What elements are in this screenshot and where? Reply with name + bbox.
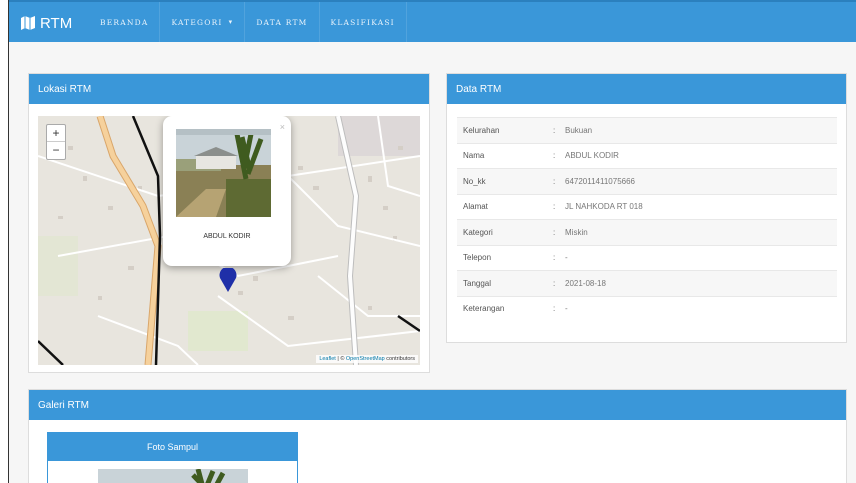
table-row: No_kk:6472011411075666 [457,168,837,194]
nav-kategori-label: KATEGORI [171,17,223,27]
row-sep: : [553,151,556,161]
gallery-card[interactable]: Foto Sampul [47,432,298,483]
row-sep: : [553,304,556,314]
zoom-control: + − [46,124,66,160]
nav-beranda-label: BERANDA [100,17,149,27]
table-row: Tanggal:2021-08-18 [457,270,837,296]
galeri-panel-title: Galeri RTM [29,390,846,420]
nav-kategori[interactable]: KATEGORI ▾ [160,2,246,42]
chevron-down-icon: ▾ [228,18,234,26]
map-attribution: Leaflet | © OpenStreetMap contributors [316,355,418,363]
map-view[interactable]: + − × ABDUL KODIR Leaflet | © OpenStreet… [38,116,420,365]
lokasi-panel-title: Lokasi RTM [29,74,429,104]
row-value: 6472011411075666 [565,176,635,186]
table-row: Telepon: - [457,244,837,271]
row-key: Telepon [463,253,492,263]
row-sep: : [553,202,556,212]
row-sep: : [553,125,556,135]
nav-klasifikasi[interactable]: KLASIFIKASI [320,2,407,42]
osm-link[interactable]: OpenStreetMap [346,356,385,362]
nav-beranda[interactable]: BERANDA [89,2,161,42]
map-popup: × ABDUL KODIR [163,116,291,266]
row-value: Miskin [565,227,588,237]
navbar: RTM BERANDA KATEGORI ▾ DATA RTM KLASIFIKA… [9,0,856,42]
row-value: - [565,253,568,263]
attribution-suffix: contributors [384,356,415,362]
row-key: No_kk [463,176,486,186]
leaflet-link[interactable]: Leaflet [319,356,336,362]
nav-klasifikasi-label: KLASIFIKASI [330,17,395,27]
gallery-card-title: Foto Sampul [48,433,297,461]
house-photo [176,129,271,217]
row-key: Nama [463,151,485,161]
page-frame: RTM BERANDA KATEGORI ▾ DATA RTM KLASIFIKA… [8,0,856,483]
row-value: - [565,304,568,314]
row-key: Tanggal [463,278,492,288]
nav-menu: BERANDA KATEGORI ▾ DATA RTM KLASIFIKASI [89,2,407,42]
info-table: Kelurahan: Bukuan Nama: ABDUL KODIR No_kk:… [457,117,837,321]
row-sep: : [553,253,556,263]
attribution-sep: | © [335,356,346,362]
table-row: Kategori: Miskin [457,219,837,245]
cover-photo [98,469,248,483]
row-key: Kategori [463,227,493,237]
lokasi-panel: Lokasi RTM + − × ABDUL KODIR Leaflet | ©… [28,73,430,373]
table-row: Kelurahan: Bukuan [457,117,837,143]
row-sep: : [553,176,556,186]
popup-name: ABDUL KODIR [203,233,251,240]
zoom-out-button[interactable]: − [47,142,65,159]
brand-link[interactable]: RTM [21,12,72,34]
row-value: JL NAHKODA RT 018 [565,202,643,212]
nav-data-rtm[interactable]: DATA RTM [245,2,320,42]
nav-data-rtm-label: DATA RTM [256,17,308,27]
table-row: Keterangan: - [457,295,837,322]
popup-close-button[interactable]: × [280,122,285,132]
row-value: ABDUL KODIR [565,151,619,161]
row-key: Alamat [463,202,488,212]
row-sep: : [553,278,556,288]
zoom-in-button[interactable]: + [47,125,65,142]
row-key: Keterangan [463,304,505,314]
table-row: Nama: ABDUL KODIR [457,142,837,169]
table-row: Alamat: JL NAHKODA RT 018 [457,193,837,220]
row-sep: : [553,227,556,237]
data-rtm-panel: Data RTM Kelurahan: Bukuan Nama: ABDUL KOD… [446,73,847,343]
row-value: 2021-08-18 [565,278,606,288]
brand-title: RTM [40,14,73,32]
data-rtm-panel-title: Data RTM [447,74,846,104]
row-key: Kelurahan [463,125,500,135]
row-value: Bukuan [565,125,593,135]
map-marker-icon[interactable] [219,268,237,292]
map-icon [21,16,35,30]
